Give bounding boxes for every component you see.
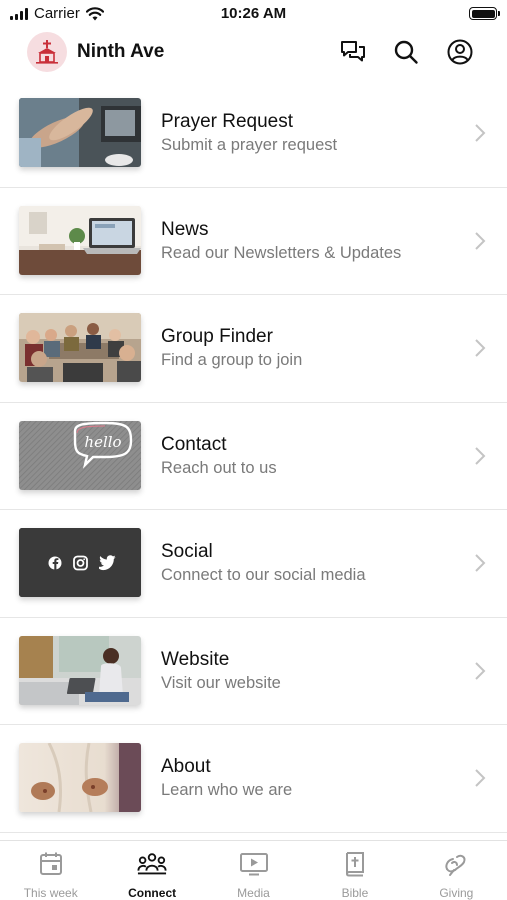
row-title: About [161,756,211,777]
row-title: Group Finder [161,326,273,347]
row-subtitle: Find a group to join [161,351,303,369]
tab-connect[interactable]: Connect [101,841,202,900]
tab-label: This week [23,886,78,900]
list-item-news[interactable]: News Read our Newsletters & Updates [0,188,507,295]
row-subtitle: Read our Newsletters & Updates [161,243,402,262]
row-subtitle: Reach out to us [161,458,277,477]
hands-photo [19,743,141,812]
play-icon [239,851,269,877]
battery-icon [469,7,500,20]
church-logo-icon [36,40,58,64]
row-subtitle: Connect to our social media [161,566,366,584]
row-subtitle: Visit our website [161,673,281,692]
list-item-prayer-request[interactable]: Prayer Request Submit a prayer request [0,80,507,188]
chevron-right-icon [475,124,486,142]
chevron-right-icon [475,769,486,787]
facebook-icon [48,556,62,570]
tab-bible[interactable]: Bible [304,841,405,900]
group-meeting-photo [19,313,141,382]
woman-laptop-photo [19,635,141,705]
chevron-right-icon [475,661,486,680]
tab-media[interactable]: Media [203,841,304,900]
laptop-desk-photo [19,205,141,275]
connect-list: Prayer Request Submit a prayer request N… [0,80,507,833]
list-item-website[interactable]: Website Visit our website [0,618,507,725]
search-icon[interactable] [392,38,420,66]
list-item-contact[interactable]: hello Contact Reach out to us [0,403,507,510]
social-icons-tile [19,528,141,597]
chevron-right-icon [475,231,486,250]
chat-icon[interactable] [339,38,367,66]
praying-hands-photo [19,98,141,167]
row-subtitle: Learn who we are [161,781,293,799]
row-title: Prayer Request [161,111,294,132]
chevron-right-icon [475,339,486,357]
status-bar: Carrier 10:26 AM [0,0,507,28]
status-time: 10:26 AM [220,5,287,22]
chevron-right-icon [475,554,486,572]
giving-icon [441,851,471,877]
people-icon [137,851,167,877]
profile-icon[interactable] [446,38,474,66]
calendar-icon [36,851,66,877]
logo-icon[interactable] [27,32,67,72]
row-subtitle: Submit a prayer request [161,136,338,154]
tab-bar: This week Connect Media Bible Giving [0,840,507,900]
row-title: Social [161,541,213,562]
tab-this-week[interactable]: This week [0,841,101,900]
list-item-about[interactable]: About Learn who we are [0,725,507,833]
tab-giving[interactable]: Giving [406,841,507,900]
tab-label: Media [237,886,270,900]
svg-text:hello: hello [84,433,121,451]
app-title: Ninth Ave [77,41,165,62]
hello-sign-photo: hello [19,420,141,490]
battery-fill [471,9,495,18]
app-header: Ninth Ave [0,30,507,76]
chevron-right-icon [475,446,486,465]
bible-icon [340,851,370,877]
row-title: Website [161,648,230,670]
tab-label: Bible [341,886,369,900]
tab-label: Giving [439,886,474,900]
row-title: Contact [161,433,227,455]
tab-label: Connect [128,886,177,900]
list-item-group-finder[interactable]: Group Finder Find a group to join [0,295,507,403]
row-title: News [161,218,209,240]
list-item-social[interactable]: Social Connect to our social media [0,510,507,618]
